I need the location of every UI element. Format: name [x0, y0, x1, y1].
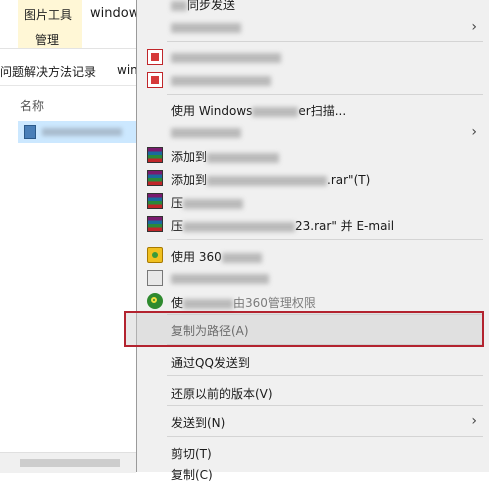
menu-item-pdf-convert[interactable]	[137, 46, 489, 68]
context-menu: 同步发送 › 使用 Windows er扫描... › 添加到 添加到 .rar"(…	[136, 0, 489, 482]
window-title: window	[90, 6, 140, 21]
menu-item-360-scan[interactable]: 使由360管理权限	[137, 290, 489, 312]
menu-item-cut[interactable]: 剪切(T)	[137, 441, 489, 463]
submenu-arrow-icon: ›	[471, 413, 477, 429]
menu-separator	[167, 375, 483, 376]
menu-item-label: 复制(C)	[171, 468, 213, 482]
image-file-icon	[24, 125, 36, 139]
menu-item-label	[171, 50, 281, 64]
menu-item-label: 使用 Windows er扫描...	[171, 104, 347, 118]
breadcrumb-subfolder[interactable]: win	[117, 63, 138, 77]
menu-item-label	[171, 20, 241, 34]
pdf-icon	[147, 72, 163, 88]
menu-item-label: 剪切(T)	[171, 447, 212, 461]
menu-item-label: 发送到(N)	[171, 416, 226, 430]
selected-file-row[interactable]	[18, 121, 138, 143]
submenu-arrow-icon: ›	[471, 19, 477, 35]
menu-item-label: 压	[171, 194, 244, 211]
winrar-icon	[147, 193, 163, 209]
menu-item-360-shred[interactable]	[137, 267, 489, 289]
menu-item-restore-versions[interactable]: 还原以前的版本(V)	[137, 381, 489, 403]
horizontal-scrollbar[interactable]	[0, 452, 136, 473]
menu-separator	[167, 436, 483, 437]
menu-item-add-archive[interactable]: 添加到	[137, 144, 489, 166]
winrar-icon	[147, 147, 163, 163]
menu-item-open-with[interactable]: ›	[137, 121, 489, 143]
menu-item-compress-email[interactable]: 压	[137, 190, 489, 212]
winrar-icon	[147, 170, 163, 186]
menu-separator	[167, 94, 483, 95]
picture-tools-tab[interactable]: 图片工具 管理	[18, 0, 82, 48]
menu-item-label	[171, 271, 269, 285]
menu-item-label: 同步发送	[171, 0, 235, 13]
menu-item-label	[171, 125, 241, 139]
scrollbar-thumb[interactable]	[20, 459, 120, 467]
360-icon	[147, 247, 163, 263]
menu-item-send-via-qq[interactable]: 通过QQ发送到	[137, 350, 489, 372]
menu-item-label: 使用 360	[171, 248, 262, 265]
menu-item-label: 添加到 .rar"(T)	[171, 173, 371, 187]
winrar-icon	[147, 216, 163, 232]
menu-item-pdf-merge[interactable]	[137, 69, 489, 91]
virus-scan-icon	[147, 293, 163, 309]
file-shredder-icon	[147, 270, 163, 286]
menu-item-redacted-submenu[interactable]: ›	[137, 16, 489, 38]
menu-item-label	[171, 73, 271, 87]
column-header-name[interactable]: 名称	[20, 97, 44, 114]
menu-item-compress-to-email[interactable]: 压 23.rar" 并 E-mail	[137, 213, 489, 235]
menu-item-label: 添加到	[171, 148, 280, 165]
annotation-highlight-box	[124, 311, 484, 347]
menu-item-copy[interactable]: 复制(C)	[137, 462, 489, 484]
pdf-icon	[147, 49, 163, 65]
menu-item-label: 使由360管理权限	[171, 296, 316, 310]
menu-item-360-open[interactable]: 使用 360	[137, 244, 489, 266]
menu-item-send-to[interactable]: 发送到(N) ›	[137, 410, 489, 432]
menu-item-defender-scan[interactable]: 使用 Windows er扫描...	[137, 98, 489, 120]
menu-item-add-to-rar[interactable]: 添加到 .rar"(T)	[137, 167, 489, 189]
picture-tools-label: 图片工具	[24, 8, 73, 22]
menu-item-label: 压 23.rar" 并 E-mail	[171, 219, 395, 233]
menu-separator	[167, 41, 483, 42]
menu-separator	[167, 405, 483, 406]
menu-item-sync[interactable]: 同步发送	[137, 0, 489, 14]
manage-tab[interactable]: 管理	[35, 31, 59, 48]
menu-item-label: 通过QQ发送到	[171, 356, 250, 370]
menu-separator	[167, 239, 483, 240]
breadcrumb-folder[interactable]: 问题解决方法记录	[0, 63, 96, 80]
file-name-redacted	[42, 128, 122, 136]
menu-item-label: 还原以前的版本(V)	[171, 387, 273, 401]
submenu-arrow-icon: ›	[471, 124, 477, 140]
